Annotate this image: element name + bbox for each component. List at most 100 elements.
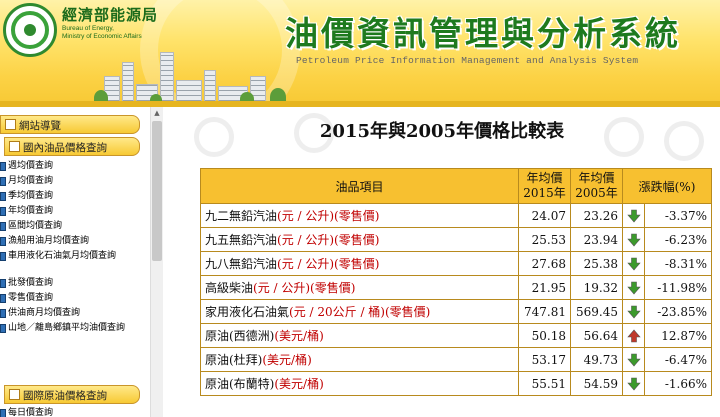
- site-header: 經濟部能源局 Bureau of Energy, Ministry of Eco…: [0, 0, 720, 107]
- price-2015: 55.51: [518, 371, 571, 396]
- change-percent: -23.85%: [644, 299, 712, 324]
- oil-item-unit: (美元/桶): [262, 353, 312, 367]
- arrow-down-icon: [626, 209, 641, 222]
- main-content: 2015年與2005年價格比較表 油品項目 年均價 2015年 年均價 2005年 …: [164, 107, 720, 417]
- scrollbar-thumb[interactable]: [152, 121, 162, 261]
- city-skyline-image: [90, 42, 290, 106]
- change-percent: -11.98%: [644, 275, 712, 300]
- sidebar-item-weekly-avg[interactable]: 週均價查詢: [0, 159, 148, 174]
- price-2015: 27.68: [518, 251, 571, 276]
- arrow-down-icon: [626, 257, 641, 270]
- sidebar-item-monthly-avg[interactable]: 月均價查詢: [0, 174, 148, 189]
- arrow-down-icon: [626, 281, 641, 294]
- oil-item-name: 原油(杜拜)(美元/桶): [200, 347, 519, 372]
- price-2005: 23.26: [570, 203, 623, 228]
- table-row: 高級柴油(元 / 公升)(零售價) 21.95 19.32 -11.98%: [200, 275, 712, 300]
- arrow-down-icon: [626, 353, 641, 366]
- system-title-english: Petroleum Price Information Management a…: [296, 55, 639, 66]
- domestic-query-list: 週均價查詢 月均價查詢 季均價查詢 年均價查詢 區間均價查詢 漁船用油月均價查詢…: [0, 159, 148, 348]
- column-header-2005: 年均價 2005年: [570, 168, 623, 204]
- oil-item-unit: (元 / 20公斤 / 桶)(零售價): [289, 305, 431, 319]
- document-icon: [0, 222, 6, 231]
- document-icon: [0, 177, 6, 186]
- change-percent: -8.31%: [644, 251, 712, 276]
- sidebar-item-auto-lpg[interactable]: 車用液化石油氣月均價查詢: [0, 249, 148, 276]
- price-2005: 49.73: [570, 347, 623, 372]
- change-percent: -6.47%: [644, 347, 712, 372]
- document-icon: [0, 324, 6, 333]
- document-icon: [0, 237, 6, 246]
- sidebar-item-wholesale[interactable]: 批發價查詢: [0, 276, 148, 291]
- oil-item-name: 原油(布蘭特)(美元/桶): [200, 371, 519, 396]
- price-2015: 53.17: [518, 347, 571, 372]
- oil-item-unit: (元 / 公升)(零售價): [277, 257, 380, 271]
- oil-item-unit: (元 / 公升)(零售價): [277, 209, 380, 223]
- sidebar-item-annual-avg[interactable]: 年均價查詢: [0, 204, 148, 219]
- sidebar-item-supplier-monthly[interactable]: 供油商月均價查詢: [0, 306, 148, 321]
- oil-item-unit: (元 / 公升)(零售價): [277, 233, 380, 247]
- arrow-down-icon: [626, 377, 641, 390]
- sidebar-item-daily-price[interactable]: 每日價查詢: [0, 406, 148, 417]
- column-header-item: 油品項目: [200, 168, 519, 204]
- sidebar-item-range-avg[interactable]: 區間均價查詢: [0, 219, 148, 234]
- document-icon: [0, 409, 6, 417]
- oil-item-name: 原油(西德洲)(美元/桶): [200, 323, 519, 348]
- nav-intl-crude-query[interactable]: 國際原油價格查詢: [4, 385, 140, 404]
- nav-site-map[interactable]: 網站導覽: [0, 115, 140, 134]
- table-header-row: 油品項目 年均價 2015年 年均價 2005年 漲跌幅(%): [200, 168, 712, 204]
- bureau-name: 經濟部能源局: [62, 6, 159, 24]
- folder-icon: [9, 389, 20, 400]
- folder-icon: [9, 141, 20, 152]
- page-title: 2015年與2005年價格比較表: [319, 121, 565, 142]
- scroll-up-icon[interactable]: ▲: [151, 107, 163, 119]
- table-row: 原油(布蘭特)(美元/桶) 55.51 54.59 -1.66%: [200, 371, 712, 396]
- price-comparison-table: 油品項目 年均價 2015年 年均價 2005年 漲跌幅(%) 九二無鉛汽油(元 /…: [200, 168, 712, 396]
- document-icon: [0, 192, 6, 201]
- document-icon: [0, 279, 6, 288]
- sidebar-item-retail[interactable]: 零售價查詢: [0, 291, 148, 306]
- table-row: 九二無鉛汽油(元 / 公升)(零售價) 24.07 23.26 -3.37%: [200, 203, 712, 228]
- document-icon: [0, 162, 6, 171]
- price-2015: 747.81: [518, 299, 571, 324]
- table-row: 九八無鉛汽油(元 / 公升)(零售價) 27.68 25.38 -8.31%: [200, 251, 712, 276]
- sidebar-item-fishing-oil[interactable]: 漁船用油月均價查詢: [0, 234, 148, 249]
- change-percent: -1.66%: [644, 371, 712, 396]
- price-2015: 21.95: [518, 275, 571, 300]
- sidebar-scrollbar[interactable]: ▲: [150, 107, 163, 417]
- change-percent: -3.37%: [644, 203, 712, 228]
- system-title: 油價資訊管理與分析系統: [285, 14, 681, 53]
- table-row: 原油(杜拜)(美元/桶) 53.17 49.73 -6.47%: [200, 347, 712, 372]
- document-icon: [0, 207, 6, 216]
- document-icon: [0, 309, 6, 318]
- oil-item-name: 九八無鉛汽油(元 / 公升)(零售價): [200, 251, 519, 276]
- page: 經濟部能源局 Bureau of Energy, Ministry of Eco…: [0, 0, 720, 417]
- document-icon: [0, 252, 6, 261]
- bureau-english-name: Bureau of Energy, Ministry of Economic A…: [62, 25, 142, 40]
- change-percent: -6.23%: [644, 227, 712, 252]
- arrow-down-icon: [626, 305, 641, 318]
- table-row: 家用液化石油氣(元 / 20公斤 / 桶)(零售價) 747.81 569.45 -2…: [200, 299, 712, 324]
- column-header-change: 漲跌幅(%): [622, 168, 712, 204]
- intl-query-list: 每日價查詢: [0, 406, 148, 417]
- price-2005: 25.38: [570, 251, 623, 276]
- price-2005: 54.59: [570, 371, 623, 396]
- document-icon: [0, 294, 6, 303]
- oil-item-name: 家用液化石油氣(元 / 20公斤 / 桶)(零售價): [200, 299, 519, 324]
- column-header-2015: 年均價 2015年: [518, 168, 571, 204]
- oil-item-name: 九五無鉛汽油(元 / 公升)(零售價): [200, 227, 519, 252]
- sidebar-item-quarterly-avg[interactable]: 季均價查詢: [0, 189, 148, 204]
- sidebar-item-mountain-island[interactable]: 山地／離島鄉鎮平均油價查詢: [0, 321, 148, 348]
- oil-item-unit: (元 / 公升)(零售價): [253, 281, 356, 295]
- oil-item-unit: (美元/桶): [274, 329, 324, 343]
- table-row: 九五無鉛汽油(元 / 公升)(零售價) 25.53 23.94 -6.23%: [200, 227, 712, 252]
- table-row: 原油(西德洲)(美元/桶) 50.18 56.64 12.87%: [200, 323, 712, 348]
- sidebar: 網站導覽 國內油品價格查詢 週均價查詢 月均價查詢 季均價查詢 年均價查詢 區間…: [0, 107, 164, 417]
- price-2005: 56.64: [570, 323, 623, 348]
- price-2015: 50.18: [518, 323, 571, 348]
- price-2005: 23.94: [570, 227, 623, 252]
- page-icon: [5, 119, 16, 130]
- bureau-logo-icon[interactable]: [3, 3, 57, 57]
- nav-domestic-price-query[interactable]: 國內油品價格查詢: [4, 137, 140, 156]
- price-2015: 25.53: [518, 227, 571, 252]
- oil-item-name: 高級柴油(元 / 公升)(零售價): [200, 275, 519, 300]
